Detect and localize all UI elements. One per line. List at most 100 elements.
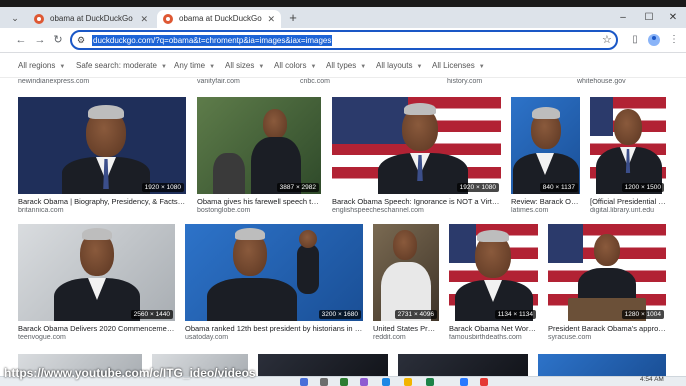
taskbar-app-icon[interactable] (460, 378, 468, 386)
result-title[interactable]: Barack Obama Delivers 2020 Commencement … (18, 324, 175, 333)
result-thumbnail[interactable]: 2731 × 4096 (373, 224, 439, 321)
taskbar-app-icon[interactable] (340, 378, 348, 386)
taskbar-clock: 4:54 AM (640, 376, 664, 383)
result-thumbnail[interactable] (538, 354, 666, 378)
result-title[interactable]: President Barack Obama's approva... (548, 324, 666, 333)
result-source[interactable]: famousbirthdeaths.com (449, 334, 538, 341)
filter-sizes[interactable]: All sizes ▼ (225, 61, 264, 70)
result-title[interactable]: United States Pres... (373, 324, 439, 333)
taskbar-app-icon[interactable] (426, 378, 434, 386)
duckduckgo-favicon-icon (163, 14, 173, 24)
result-source[interactable]: latimes.com (511, 207, 580, 214)
filter-time[interactable]: Any time ▼ (174, 61, 215, 70)
url-text[interactable]: duckduckgo.com/?q=obama&t=chromentp&ia=i… (92, 35, 333, 46)
tab-1[interactable]: obama at DuckDuckGo ✕ (28, 10, 154, 28)
minimize-icon[interactable]: – (616, 10, 630, 26)
image-result-card[interactable]: 2731 × 4096 United States Pres... reddit… (373, 224, 439, 354)
result-title[interactable]: [Official Presidential P... (590, 197, 666, 206)
result-source[interactable]: cnbc.com (300, 78, 330, 85)
portrait-hair (82, 228, 112, 240)
result-thumbnail[interactable]: 3887 × 2982 (197, 97, 321, 194)
result-thumbnail[interactable] (258, 354, 388, 378)
filter-layouts[interactable]: All layouts ▼ (376, 61, 422, 70)
image-result-card[interactable]: 1200 × 1500 [Official Presidential P... … (590, 97, 666, 227)
portrait-face (263, 109, 287, 139)
chevron-down-icon: ▼ (416, 64, 423, 70)
result-source[interactable]: whitehouse.gov (577, 78, 626, 85)
filter-regions[interactable]: All regions ▼ (18, 61, 65, 70)
result-title[interactable]: Review: Barack Oba... (511, 197, 580, 206)
profile-avatar[interactable] (648, 34, 660, 46)
portrait-face (594, 234, 620, 266)
image-dimensions: 1200 × 1500 (621, 183, 664, 192)
result-thumbnail[interactable]: 1280 × 1004 (548, 224, 666, 321)
close-window-icon[interactable]: ✕ (666, 10, 680, 26)
bookmark-star-icon[interactable]: ☆ (602, 33, 612, 47)
tab-close-icon[interactable]: ✕ (267, 10, 275, 28)
result-thumbnail[interactable]: 1920 × 1080 (18, 97, 186, 194)
result-thumbnail[interactable]: 2560 × 1440 (18, 224, 175, 321)
side-panel-icon[interactable]: ▯ (629, 34, 641, 46)
result-source[interactable]: history.com (447, 78, 482, 85)
image-result-card[interactable]: 840 × 1137 Review: Barack Oba... latimes… (511, 97, 580, 227)
portrait-hair (404, 103, 436, 115)
taskbar-app-icon[interactable] (320, 378, 328, 386)
result-title[interactable]: Obama ranked 12th best president by hist… (185, 324, 363, 333)
result-source[interactable]: digital.library.unt.edu (590, 207, 666, 214)
taskbar-app-icon[interactable] (404, 378, 412, 386)
image-result-card[interactable]: 3200 × 1680 Obama ranked 12th best presi… (185, 224, 363, 354)
taskbar-app-icon[interactable] (360, 378, 368, 386)
taskbar-app-icon[interactable] (480, 378, 488, 386)
site-settings-icon[interactable]: ⚙ (77, 34, 85, 47)
result-source[interactable]: bostonglobe.com (197, 207, 321, 214)
image-dimensions: 1920 × 1080 (141, 183, 184, 192)
result-thumbnail[interactable]: 3200 × 1680 (185, 224, 363, 321)
filter-colors[interactable]: All colors ▼ (274, 61, 316, 70)
tab-close-icon[interactable]: ✕ (140, 10, 148, 28)
flag-canton (332, 97, 409, 144)
result-source[interactable]: vanityfair.com (197, 78, 240, 85)
result-source[interactable]: newindianexpress.com (18, 78, 89, 85)
tab-2[interactable]: obama at DuckDuckGo ✕ (157, 10, 281, 28)
image-result-card[interactable]: 2560 × 1440 Barack Obama Delivers 2020 C… (18, 224, 175, 354)
portrait-suit (207, 278, 297, 321)
more-menu-icon[interactable]: ⋮ (668, 34, 680, 46)
result-title[interactable]: Barack Obama | Biography, Presidency, & … (18, 197, 186, 206)
result-thumbnail[interactable] (398, 354, 528, 378)
result-source[interactable]: reddit.com (373, 334, 439, 341)
result-source[interactable]: teenvogue.com (18, 334, 175, 341)
flag-canton (449, 224, 476, 263)
result-title[interactable]: Barack Obama Speech: Ignorance is NOT a … (332, 197, 501, 206)
image-result-card[interactable]: 1920 × 1080 Barack Obama Speech: Ignoran… (332, 97, 501, 227)
taskbar-app-icon[interactable] (300, 378, 308, 386)
result-source[interactable]: syracuse.com (548, 334, 666, 341)
filter-label: Safe search: moderate (76, 61, 157, 70)
result-source[interactable]: usatoday.com (185, 334, 363, 341)
image-result-card[interactable]: 1280 × 1004 President Barack Obama's app… (548, 224, 666, 354)
result-thumbnail[interactable]: 840 × 1137 (511, 97, 580, 194)
result-source[interactable]: britannica.com (18, 207, 186, 214)
result-thumbnail[interactable]: 1134 × 1134 (449, 224, 538, 321)
forward-arrow-icon[interactable]: → (33, 33, 47, 47)
image-result-card[interactable]: 1920 × 1080 Barack Obama | Biography, Pr… (18, 97, 186, 227)
image-result-card[interactable]: 1134 × 1134 Barack Obama Net Worth (... … (449, 224, 538, 354)
image-dimensions: 840 × 1137 (539, 183, 578, 192)
tab-bar: ⌄ obama at DuckDuckGo ✕ obama at DuckDuc… (0, 7, 686, 28)
taskbar-app-icon[interactable] (382, 378, 390, 386)
result-thumbnail[interactable]: 1920 × 1080 (332, 97, 501, 194)
result-source[interactable]: englishspeecheschannel.com (332, 207, 501, 214)
back-arrow-icon[interactable]: ← (14, 33, 28, 47)
reload-icon[interactable]: ↻ (51, 33, 65, 47)
filter-types[interactable]: All types ▼ (326, 61, 366, 70)
image-result-card[interactable]: 3887 × 2982 Obama gives his farewell spe… (197, 97, 321, 227)
filter-licenses[interactable]: All Licenses ▼ (432, 61, 485, 70)
maximize-icon[interactable]: ☐ (642, 10, 656, 26)
result-title[interactable]: Obama gives his farewell speech toni... (197, 197, 321, 206)
result-thumbnail[interactable]: 1200 × 1500 (590, 97, 666, 194)
tab-title: obama at DuckDuckGo (50, 14, 133, 23)
filter-safe-search[interactable]: Safe search: moderate ▼ (76, 61, 167, 70)
new-tab-plus-icon[interactable]: + (286, 10, 300, 26)
address-bar[interactable]: ⚙ duckduckgo.com/?q=obama&t=chromentp&ia… (70, 30, 618, 50)
result-title[interactable]: Barack Obama Net Worth (... (449, 324, 538, 333)
tab-search-icon[interactable]: ⌄ (8, 11, 22, 25)
